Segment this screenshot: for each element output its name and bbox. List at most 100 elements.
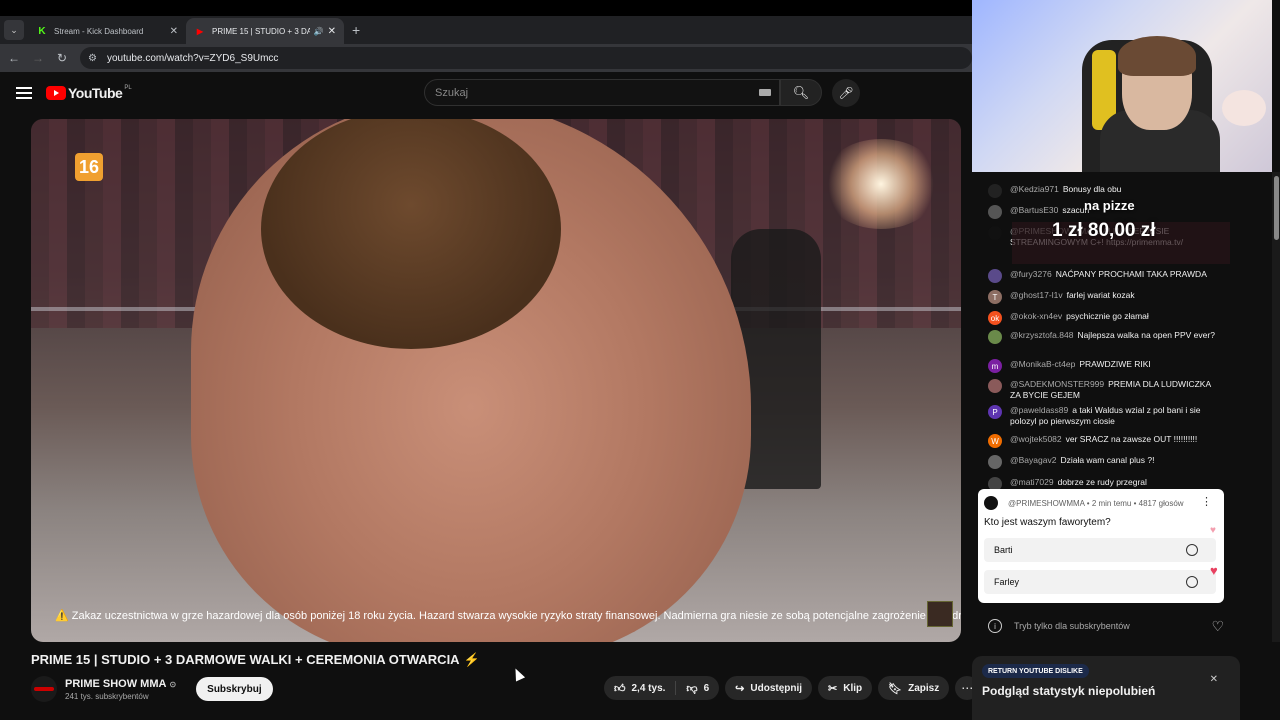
mouse-cursor bbox=[510, 666, 526, 682]
like-button[interactable]: 👍︎ 2,4 tys. bbox=[604, 676, 675, 700]
channel-row: PRIME SHOW MMA ⊙ 241 tys. subskrybentów S… bbox=[31, 676, 273, 702]
chat-username[interactable]: @MonikaB-ct4ep bbox=[1010, 359, 1075, 369]
poll-option-barti[interactable]: Barti bbox=[984, 538, 1216, 562]
share-button[interactable]: ↪ Udostępnij bbox=[725, 676, 813, 700]
chat-message: ok @okok-xn4ev psychicznie go złamał bbox=[988, 311, 1216, 325]
chat-avatar[interactable] bbox=[988, 184, 1002, 198]
chat-text: Działa wam canal plus ?! bbox=[1060, 455, 1155, 465]
chat-message: W @wojtek5082 ver SRACZ na zawsze OUT !!!!… bbox=[988, 434, 1216, 448]
chat-username[interactable]: @BartusE30 bbox=[1010, 205, 1058, 215]
url-text: youtube.com/watch?v=ZYD6_S9Umcc bbox=[106, 52, 279, 64]
share-label: Udostępnij bbox=[750, 682, 803, 694]
chat-avatar[interactable]: m bbox=[988, 359, 1002, 373]
chat-scrollbar-thumb[interactable] bbox=[1274, 176, 1279, 240]
age-rating-badge: 16 bbox=[75, 153, 103, 181]
channel-name-text: PRIME SHOW MMA bbox=[65, 677, 167, 690]
chat-avatar[interactable]: P bbox=[988, 405, 1002, 419]
search-input[interactable]: Szukaj bbox=[424, 79, 780, 106]
chat-avatar[interactable] bbox=[988, 379, 1002, 393]
search-placeholder: Szukaj bbox=[435, 86, 469, 99]
chat-avatar[interactable] bbox=[988, 269, 1002, 283]
site-settings-icon[interactable]: ⚙ bbox=[88, 53, 97, 64]
more-vert-icon[interactable]: ⋮ bbox=[1201, 495, 1212, 508]
chat-text: Bonusy dla obu bbox=[1062, 184, 1122, 194]
chat-username[interactable]: @paweldass89 bbox=[1010, 405, 1068, 415]
donation-amount: 1 zł 80,00 zł bbox=[1052, 220, 1156, 241]
chat-username[interactable]: @wojtek5082 bbox=[1010, 434, 1062, 444]
youtube-wordmark: YouTube bbox=[68, 85, 123, 101]
info-icon[interactable]: i bbox=[988, 619, 1002, 633]
chat-text: NAĆPANY PROCHAMI TAKA PRAWDA bbox=[1055, 269, 1207, 279]
tab-kick-dashboard[interactable]: K Stream - Kick Dashboard ✕ bbox=[28, 18, 186, 44]
sponsor-logo bbox=[927, 601, 953, 627]
video-actions: 👍︎ 2,4 tys. 👎︎ 6 ↪ Udostępnij ✂ Klip 🔖︎ Zapis… bbox=[604, 676, 980, 700]
chat-avatar[interactable] bbox=[988, 455, 1002, 469]
video-player[interactable]: 16 ⚠️ Zakaz uczestnictwa w grze hazardow… bbox=[31, 119, 961, 642]
radio-icon[interactable] bbox=[1186, 576, 1198, 588]
poll-question: Kto jest waszym faworytem? bbox=[984, 517, 1111, 528]
chat-message-body: @Kedzia971 Bonusy dla obu bbox=[1010, 184, 1121, 198]
channel-avatar[interactable] bbox=[31, 676, 57, 702]
poll-avatar bbox=[984, 496, 998, 510]
chat-text: PRAWDZIWE RIKI bbox=[1079, 359, 1151, 369]
tab-title: Stream - Kick Dashboard bbox=[54, 26, 144, 36]
url-field[interactable]: ⚙ youtube.com/watch?v=ZYD6_S9Umcc bbox=[80, 47, 972, 69]
close-icon[interactable]: ✕ bbox=[1210, 674, 1218, 685]
radio-icon[interactable] bbox=[1186, 544, 1198, 556]
subscribe-button[interactable]: Subskrybuj bbox=[196, 677, 273, 701]
chat-avatar[interactable] bbox=[988, 330, 1002, 344]
new-tab-button[interactable]: + bbox=[352, 22, 360, 38]
clip-button[interactable]: ✂ Klip bbox=[818, 676, 873, 700]
chat-message: @Kedzia971 Bonusy dla obu bbox=[988, 184, 1216, 198]
webcam-person-hair bbox=[1118, 36, 1196, 76]
chat-username[interactable]: @okok-xn4ev bbox=[1010, 311, 1062, 321]
reload-button[interactable]: ↻ bbox=[50, 51, 74, 65]
donation-message: na pizze bbox=[1084, 198, 1135, 213]
chat-avatar[interactable] bbox=[988, 226, 1002, 240]
voice-search-button[interactable]: 🎤︎ bbox=[832, 79, 860, 107]
heart-icon[interactable]: ♡ bbox=[1211, 618, 1224, 635]
video-frame-hair bbox=[261, 119, 561, 349]
chat-avatar[interactable]: ok bbox=[988, 311, 1002, 325]
chat-username[interactable]: @Bayagav2 bbox=[1010, 455, 1056, 465]
chat-username[interactable]: @SADEKMONSTER999 bbox=[1010, 379, 1104, 389]
keyboard-icon[interactable] bbox=[759, 89, 771, 96]
dislike-button[interactable]: 👎︎ 6 bbox=[676, 676, 719, 700]
chat-text: farlej wariat kozak bbox=[1066, 290, 1135, 300]
search-button[interactable]: 🔍︎ bbox=[780, 79, 822, 106]
save-button[interactable]: 🔖︎ Zapisz bbox=[878, 676, 950, 700]
chat-username[interactable]: @ghost17-l1v bbox=[1010, 290, 1063, 300]
chat-avatar[interactable] bbox=[988, 205, 1002, 219]
heart-icon: ♥ bbox=[1210, 525, 1216, 536]
poll-header: @PRIMESHOWMMA • 2 min temu • 4817 głosów bbox=[984, 496, 1184, 510]
back-button[interactable]: ← bbox=[2, 51, 26, 65]
save-label: Zapisz bbox=[908, 682, 940, 694]
poll-option-farley[interactable]: Farley bbox=[984, 570, 1216, 594]
chat-scrollbar[interactable] bbox=[1272, 172, 1280, 642]
region-code: PL bbox=[124, 85, 132, 91]
address-bar-row: ← → ↻ ⚙ youtube.com/watch?v=ZYD6_S9Umcc bbox=[0, 44, 972, 72]
tab-youtube-video[interactable]: ▶ PRIME 15 | STUDIO + 3 DA 🔊 ✕ bbox=[186, 18, 344, 44]
chat-username[interactable]: @krzysztofa.848 bbox=[1010, 330, 1073, 340]
chat-avatar[interactable]: W bbox=[988, 434, 1002, 448]
chat-message-body: @okok-xn4ev psychicznie go złamał bbox=[1010, 311, 1149, 325]
chat-username[interactable]: @mati7029 bbox=[1010, 477, 1054, 487]
right-column: @Kedzia971 Bonusy dla obu @BartusE30 szacun… bbox=[972, 0, 1280, 720]
tab-search-icon[interactable]: ⌄ bbox=[4, 20, 24, 40]
close-icon[interactable]: ✕ bbox=[328, 26, 336, 37]
ryd-badge: RETURN YOUTUBE DISLIKE bbox=[982, 664, 1089, 678]
menu-icon[interactable] bbox=[16, 87, 32, 99]
close-icon[interactable]: ✕ bbox=[170, 26, 178, 37]
poll-meta: @PRIMESHOWMMA • 2 min temu • 4817 głosów bbox=[1008, 498, 1184, 508]
chat-message-body: @SADEKMONSTER999 PREMIA DLA LUDWICZKA ZA … bbox=[1010, 379, 1216, 401]
like-count: 2,4 tys. bbox=[631, 682, 666, 694]
channel-name[interactable]: PRIME SHOW MMA ⊙ bbox=[65, 678, 176, 690]
chat-avatar[interactable]: T bbox=[988, 290, 1002, 304]
forward-button[interactable]: → bbox=[26, 51, 50, 65]
channel-info: PRIME SHOW MMA ⊙ 241 tys. subskrybentów bbox=[65, 678, 176, 701]
chat-username[interactable]: @Kedzia971 bbox=[1010, 184, 1059, 194]
chat-username[interactable]: @fury3276 bbox=[1010, 269, 1052, 279]
clip-label: Klip bbox=[843, 682, 863, 694]
audio-icon[interactable]: 🔊 bbox=[314, 27, 324, 36]
youtube-logo[interactable]: YouTube PL bbox=[46, 85, 132, 101]
